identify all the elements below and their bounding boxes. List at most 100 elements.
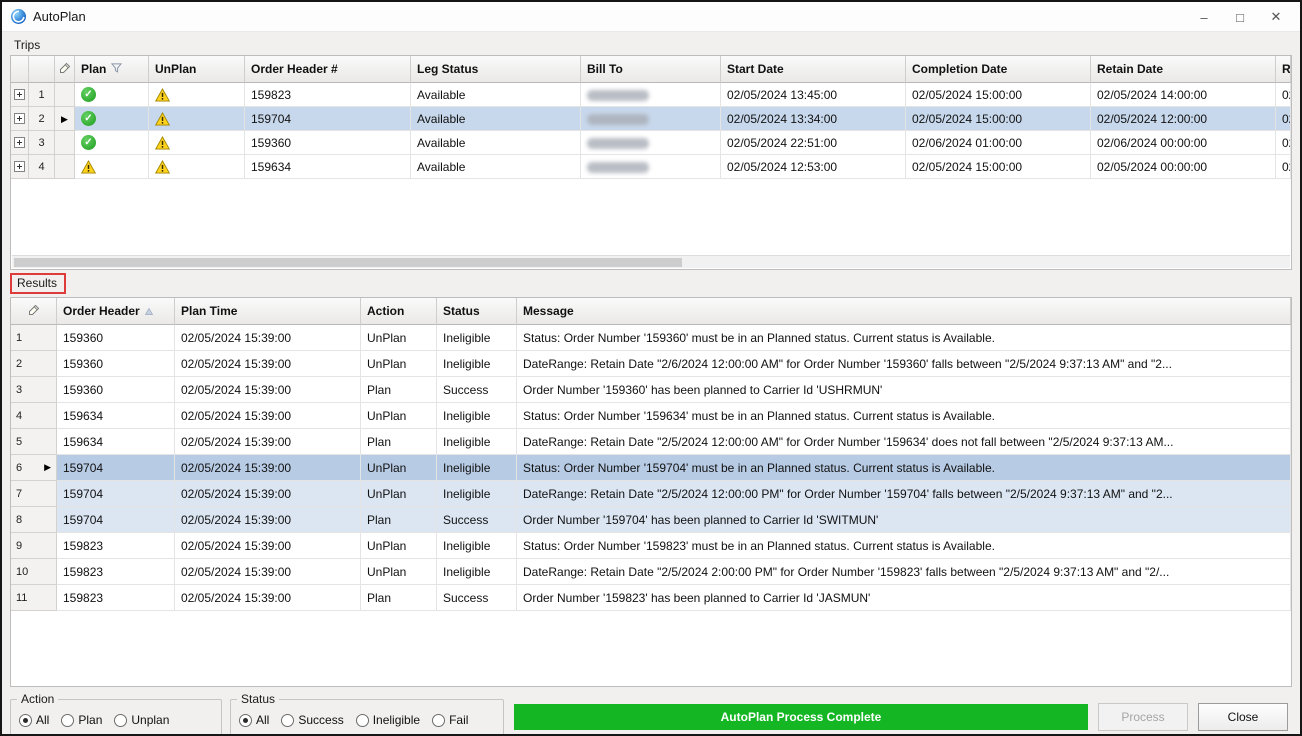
results-column-header-order-header[interactable]: Order Header [57,298,175,325]
redacted-bill-to [587,162,649,173]
warning-triangle-icon [81,160,96,174]
action-cell: Plan [361,429,437,455]
row-indicator-cell: ▶ [55,107,75,131]
retain-date-cell: 02/06/2024 00:00:00 [1091,131,1276,155]
action-cell: Plan [361,507,437,533]
trips-column-header-plan[interactable]: Plan [75,56,149,83]
sort-ascending-icon [145,304,153,318]
process-button[interactable]: Process [1098,703,1188,731]
radio-label: Success [298,713,343,727]
expand-cell[interactable] [11,155,29,179]
status-cell: Ineligible [437,325,517,351]
filter-funnel-icon[interactable] [111,62,122,76]
close-window-button[interactable]: ✕ [1258,2,1294,32]
expand-cell[interactable] [11,131,29,155]
action-radio-all[interactable]: All [19,713,49,727]
status-radio-ineligible[interactable]: Ineligible [356,713,420,727]
expand-plus-icon[interactable] [14,161,25,172]
radio-label: Ineligible [373,713,420,727]
check-circle-icon: ✓ [81,135,96,150]
completion-date-cell: 02/06/2024 01:00:00 [906,131,1091,155]
trips-row[interactable]: 2▶✓159704Available02/05/2024 13:34:0002/… [11,107,1291,131]
results-row[interactable]: 815970402/05/2024 15:39:00PlanSuccessOrd… [11,507,1291,533]
trips-column-header-unplan[interactable]: UnPlan [149,56,245,83]
scrollbar-thumb[interactable] [14,258,682,267]
order-header-cell: 159360 [245,131,411,155]
action-cell: Plan [361,377,437,403]
start-date-cell: 02/05/2024 22:51:00 [721,131,906,155]
action-group-label: Action [17,692,58,706]
radio-icon [432,714,445,727]
order-header-cell: 159823 [57,533,175,559]
completion-date-cell: 02/05/2024 15:00:00 [906,155,1091,179]
row-number-cell: 2 [29,107,55,131]
warning-triangle-icon [155,112,170,126]
grid-customize-icon[interactable] [55,56,75,83]
trips-column-header-bill-to[interactable]: Bill To [581,56,721,83]
radio-label: Plan [78,713,102,727]
trips-column-header-retain-date[interactable]: Retain Date [1091,56,1276,83]
trips-row[interactable]: 1✓159823Available02/05/2024 13:45:0002/0… [11,83,1291,107]
trips-table: PlanUnPlanOrder Header #Leg StatusBill T… [11,56,1291,179]
results-column-header-action[interactable]: Action [361,298,437,325]
radio-icon [281,714,294,727]
window-title: AutoPlan [33,9,86,24]
row-number-cell: 11 [11,585,57,611]
results-row[interactable]: 6▶15970402/05/2024 15:39:00UnPlanIneligi… [11,455,1291,481]
bill-to-cell [581,107,721,131]
results-column-header-plan-time[interactable]: Plan Time [175,298,361,325]
current-row-marker: ▶ [44,463,51,472]
trips-horizontal-scrollbar[interactable] [12,255,1290,268]
action-radio-plan[interactable]: Plan [61,713,102,727]
results-column-header-status[interactable]: Status [437,298,517,325]
results-row[interactable]: 215936002/05/2024 15:39:00UnPlanIneligib… [11,351,1291,377]
results-row[interactable]: 1115982302/05/2024 15:39:00PlanSuccessOr… [11,585,1291,611]
plan-status-cell: ✓ [75,83,149,107]
expand-plus-icon[interactable] [14,89,25,100]
order-header-cell: 159360 [57,351,175,377]
results-column-header-message[interactable]: Message [517,298,1291,325]
status-radio-fail[interactable]: Fail [432,713,468,727]
warning-triangle-icon [155,160,170,174]
grid-customize-icon[interactable] [11,298,57,325]
results-row[interactable]: 1015982302/05/2024 15:39:00UnPlanIneligi… [11,559,1291,585]
status-cell: Ineligible [437,481,517,507]
results-row[interactable]: 515963402/05/2024 15:39:00PlanIneligible… [11,429,1291,455]
status-cell: Ineligible [437,351,517,377]
expand-cell[interactable] [11,107,29,131]
trips-row[interactable]: 4159634Available02/05/2024 12:53:0002/05… [11,155,1291,179]
results-row[interactable]: 415963402/05/2024 15:39:00UnPlanIneligib… [11,403,1291,429]
status-cell: Ineligible [437,403,517,429]
trips-grid: PlanUnPlanOrder Header #Leg StatusBill T… [10,55,1292,270]
results-row[interactable]: 715970402/05/2024 15:39:00UnPlanIneligib… [11,481,1291,507]
action-cell: UnPlan [361,533,437,559]
results-row[interactable]: 915982302/05/2024 15:39:00UnPlanIneligib… [11,533,1291,559]
maximize-button[interactable]: □ [1222,2,1258,32]
trips-column-header-completion-date[interactable]: Completion Date [906,56,1091,83]
action-radio-unplan[interactable]: Unplan [114,713,169,727]
status-radio-all[interactable]: All [239,713,269,727]
order-header-cell: 159704 [57,507,175,533]
trips-column-header-order-header[interactable]: Order Header # [245,56,411,83]
expand-plus-icon[interactable] [14,137,25,148]
expand-plus-icon[interactable] [14,113,25,124]
trips-row[interactable]: 3✓159360Available02/05/2024 22:51:0002/0… [11,131,1291,155]
message-cell: Status: Order Number '159704' must be in… [517,455,1291,481]
trips-column-header-start-date[interactable]: Start Date [721,56,906,83]
row-number-cell: 2 [11,351,57,377]
trips-column-header-leg-status[interactable]: Leg Status [411,56,581,83]
plan-time-cell: 02/05/2024 15:39:00 [175,403,361,429]
expand-column-header [11,56,29,83]
row-number-cell: 7 [11,481,57,507]
order-header-cell: 159360 [57,377,175,403]
status-cell: Ineligible [437,533,517,559]
results-row[interactable]: 315936002/05/2024 15:39:00PlanSuccessOrd… [11,377,1291,403]
trips-group-label: Trips [14,38,40,52]
plan-time-cell: 02/05/2024 15:39:00 [175,351,361,377]
minimize-button[interactable]: – [1186,2,1222,32]
results-row[interactable]: 115936002/05/2024 15:39:00UnPlanIneligib… [11,325,1291,351]
close-button[interactable]: Close [1198,703,1288,731]
expand-cell[interactable] [11,83,29,107]
status-radio-success[interactable]: Success [281,713,343,727]
trips-column-header-r[interactable]: R [1276,56,1291,83]
